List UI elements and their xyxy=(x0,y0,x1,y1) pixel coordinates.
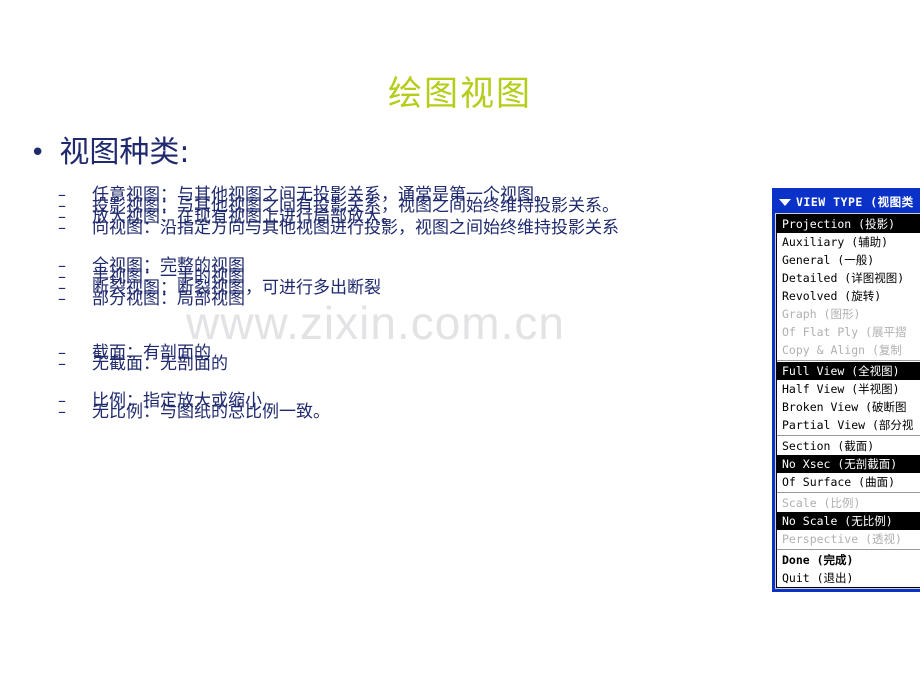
menu-item[interactable]: No Xsec (无剖截面) xyxy=(777,455,920,473)
sub-bullet-label: 无比例：与图纸的总比例一致。 xyxy=(92,402,330,422)
menu-item[interactable]: Of Surface (曲面) xyxy=(777,473,920,491)
menu-item[interactable]: Detailed (详图视图) xyxy=(777,269,920,287)
menu-item[interactable]: Broken View (破断图 xyxy=(777,398,920,416)
menu-item-list: Projection (投影) Auxiliary (辅助) General (一般… xyxy=(776,214,920,588)
sub-bullet-label: 向视图：沿指定方向与其他视图进行投影，视图之间始终维持投影关系 xyxy=(92,218,619,238)
menu-item[interactable]: Auxiliary (辅助) xyxy=(777,233,920,251)
menu-item[interactable]: Half View (半视图) xyxy=(777,380,920,398)
sub-bullet-label: 无截面：无剖面的 xyxy=(92,354,228,374)
menu-item: Scale (比例) xyxy=(777,494,920,512)
sub-bullet-item: – 无比例：与图纸的总比例一致。 xyxy=(58,403,330,421)
menu-separator xyxy=(777,492,920,493)
sub-bullet-dash-icon: – xyxy=(58,354,66,373)
sub-bullet-dash-icon: – xyxy=(58,402,66,421)
view-type-menu-panel[interactable]: VIEW TYPE (视图类 Projection (投影) Auxiliary … xyxy=(772,188,920,592)
menu-item[interactable]: Full View (全视图) xyxy=(777,362,920,380)
bullet-dot-icon: • xyxy=(30,138,46,168)
menu-item[interactable]: No Scale (无比例) xyxy=(777,512,920,530)
sub-bullet-dash-icon: – xyxy=(58,218,66,237)
sub-bullet-item: – 无截面：无剖面的 xyxy=(58,355,228,373)
menu-header-label: VIEW TYPE (视图类 xyxy=(796,195,914,209)
sub-bullet-item: – 向视图：沿指定方向与其他视图进行投影，视图之间始终维持投影关系 xyxy=(58,219,619,237)
menu-item: Copy & Align (复制 xyxy=(777,341,920,359)
triangle-down-icon[interactable] xyxy=(779,198,791,206)
sub-bullet-item: – 部分视图：局部视图 xyxy=(58,290,245,308)
menu-item[interactable]: Partial View (部分视 xyxy=(777,416,920,434)
slide-canvas: www.zixin.com.cn 绘图视图 • 视图种类: – 任意视图：与其他视… xyxy=(0,0,920,690)
sub-bullet-label: 部分视图：局部视图 xyxy=(92,289,245,309)
level1-bullet-row: • 视图种类: xyxy=(30,136,189,170)
menu-item[interactable]: Revolved (旋转) xyxy=(777,287,920,305)
menu-separator xyxy=(777,360,920,361)
menu-item[interactable]: Quit (退出) xyxy=(777,569,920,587)
menu-item[interactable]: Done (完成) xyxy=(777,551,920,569)
menu-separator xyxy=(777,435,920,436)
menu-item[interactable]: Section (截面) xyxy=(777,437,920,455)
sub-bullet-dash-icon: – xyxy=(58,289,66,308)
menu-separator xyxy=(777,549,920,550)
menu-item[interactable]: Projection (投影) xyxy=(777,215,920,233)
menu-item: Graph (图形) xyxy=(777,305,920,323)
level1-label: 视图种类: xyxy=(59,135,190,170)
menu-item: Of Flat Ply (展平摺 xyxy=(777,323,920,341)
menu-header[interactable]: VIEW TYPE (视图类 xyxy=(775,191,920,213)
menu-item[interactable]: General (一般) xyxy=(777,251,920,269)
menu-item: Perspective (透视) xyxy=(777,530,920,548)
